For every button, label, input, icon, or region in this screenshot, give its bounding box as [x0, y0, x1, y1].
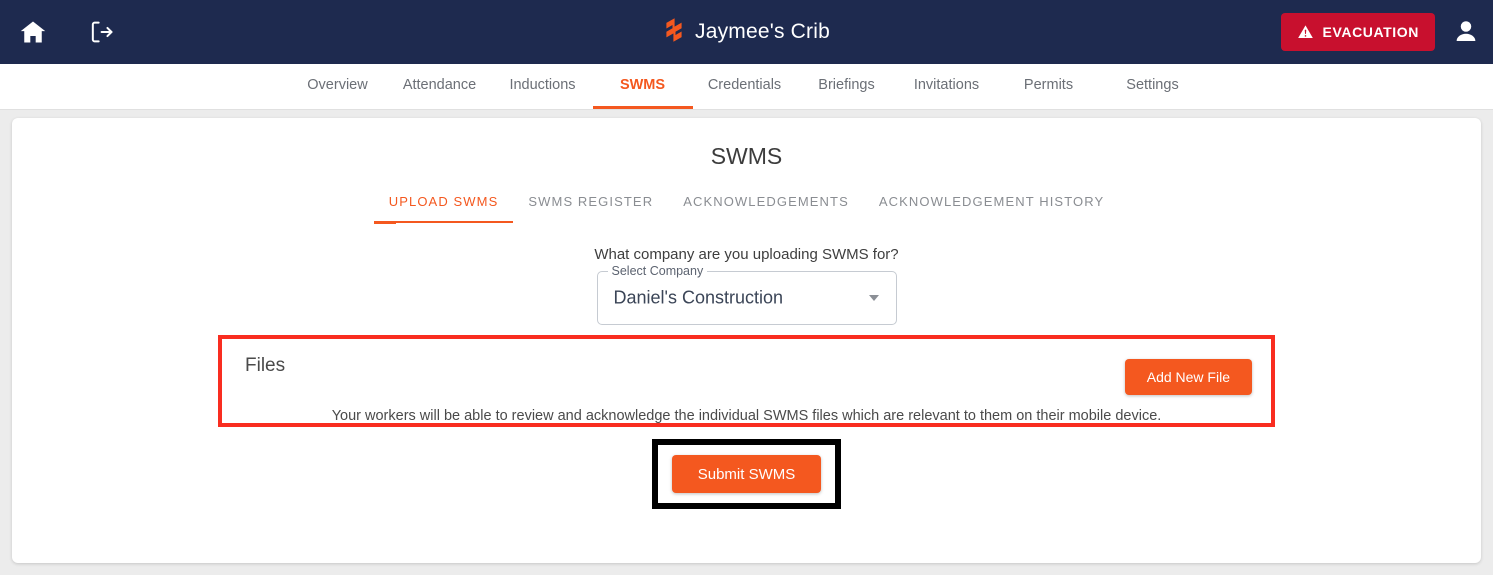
- select-company-value[interactable]: Daniel's Construction: [614, 288, 784, 309]
- site-title: Jaymee's Crib: [695, 20, 830, 43]
- header-right-actions: EVACUATION: [1280, 13, 1481, 51]
- subtab-label: UPLOAD SWMS: [388, 194, 499, 209]
- nav-tab-label: Settings: [1126, 77, 1179, 93]
- evacuation-button[interactable]: EVACUATION: [1280, 13, 1435, 51]
- nav-tab-settings[interactable]: Settings: [1101, 64, 1205, 109]
- nav-tab-attendance[interactable]: Attendance: [387, 64, 493, 109]
- evacuation-button-label: EVACUATION: [1322, 24, 1419, 40]
- nav-tab-label: Credentials: [707, 77, 782, 93]
- submit-section: Submit SWMS: [12, 439, 1481, 509]
- select-company-label: Select Company: [607, 263, 708, 279]
- logout-icon[interactable]: [82, 13, 120, 51]
- select-company-field[interactable]: Select Company Daniel's Construction: [596, 263, 897, 325]
- brand-logo-icon: [663, 17, 685, 48]
- files-panel: Files Add New File Your workers will be …: [218, 335, 1275, 427]
- nav-tab-label: Inductions: [509, 77, 576, 93]
- primary-nav-tabs: Overview Attendance Inductions SWMS Cred…: [289, 64, 1205, 109]
- nav-tab-swms[interactable]: SWMS: [592, 64, 693, 109]
- nav-tab-label: Attendance: [402, 77, 477, 93]
- content-card: SWMS UPLOAD SWMS SWMS REGISTER ACKNOWLED…: [12, 118, 1481, 563]
- subtab-label: ACKNOWLEDGEMENT HISTORY: [878, 194, 1105, 209]
- subtab-upload-swms[interactable]: UPLOAD SWMS: [373, 188, 514, 224]
- nav-tab-invitations[interactable]: Invitations: [897, 64, 997, 109]
- warning-triangle-icon: [1297, 24, 1314, 40]
- brand: Jaymee's Crib: [0, 17, 1493, 48]
- subtab-acknowledgements[interactable]: ACKNOWLEDGEMENTS: [668, 188, 864, 224]
- submit-swms-label: Submit SWMS: [697, 465, 796, 483]
- company-question-label: What company are you uploading SWMS for?: [594, 246, 899, 263]
- nav-tab-inductions[interactable]: Inductions: [493, 64, 593, 109]
- add-new-file-button[interactable]: Add New File: [1124, 359, 1252, 395]
- primary-nav: Overview Attendance Inductions SWMS Cred…: [0, 64, 1493, 110]
- page-title: SWMS: [710, 143, 783, 169]
- subtab-label: ACKNOWLEDGEMENTS: [683, 194, 849, 209]
- swms-subtabs: UPLOAD SWMS SWMS REGISTER ACKNOWLEDGEMEN…: [12, 188, 1481, 224]
- chevron-down-icon[interactable]: [868, 295, 879, 301]
- account-avatar-icon[interactable]: [1451, 17, 1481, 47]
- nav-tab-briefings[interactable]: Briefings: [797, 64, 897, 109]
- page-body: SWMS UPLOAD SWMS SWMS REGISTER ACKNOWLED…: [0, 110, 1493, 575]
- submit-highlight-box: Submit SWMS: [651, 439, 842, 509]
- top-header-bar: Jaymee's Crib EVACUATION: [0, 0, 1493, 64]
- nav-tab-label: Overview: [307, 77, 368, 93]
- submit-swms-button[interactable]: Submit SWMS: [671, 455, 822, 493]
- files-title: Files: [245, 355, 286, 376]
- subtab-swms-register[interactable]: SWMS REGISTER: [513, 188, 668, 224]
- nav-tab-label: SWMS: [619, 77, 666, 93]
- home-icon[interactable]: [14, 13, 52, 51]
- header-left-actions: [0, 13, 120, 51]
- nav-tab-label: Invitations: [913, 77, 980, 93]
- nav-tab-label: Permits: [1023, 77, 1074, 93]
- add-new-file-label: Add New File: [1146, 369, 1230, 385]
- subtab-acknowledgement-history[interactable]: ACKNOWLEDGEMENT HISTORY: [864, 188, 1119, 224]
- nav-tab-overview[interactable]: Overview: [289, 64, 387, 109]
- files-header: Files Add New File: [222, 339, 1271, 395]
- subtab-label: SWMS REGISTER: [528, 194, 654, 209]
- files-hint-text: Your workers will be able to review and …: [331, 408, 1162, 424]
- nav-tab-credentials[interactable]: Credentials: [693, 64, 797, 109]
- nav-tab-label: Briefings: [818, 77, 875, 93]
- company-section: What company are you uploading SWMS for?…: [12, 246, 1481, 325]
- nav-tab-permits[interactable]: Permits: [997, 64, 1101, 109]
